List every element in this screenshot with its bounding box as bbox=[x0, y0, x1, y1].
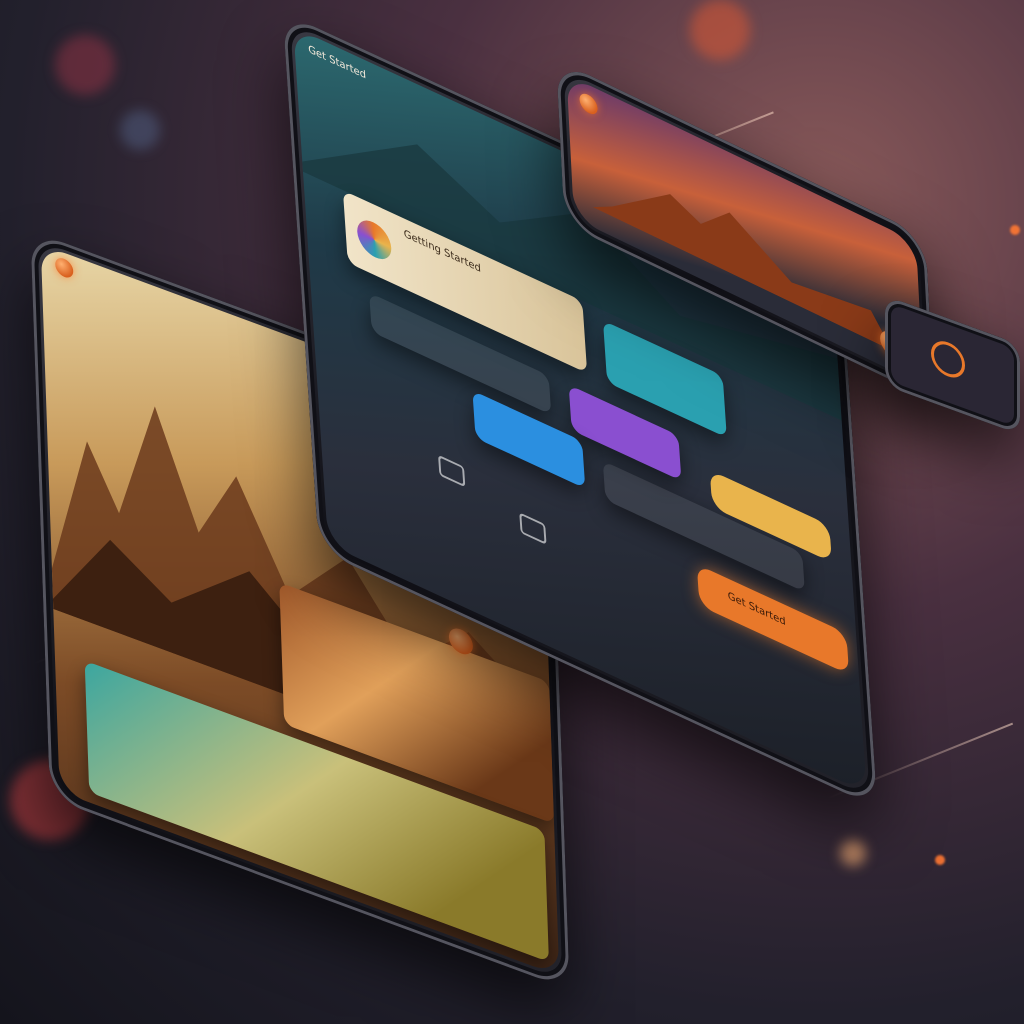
wifi-icon[interactable] bbox=[519, 512, 547, 545]
emblem-icon bbox=[931, 336, 965, 383]
profile-icon[interactable] bbox=[579, 90, 599, 118]
small-device-screen bbox=[891, 303, 1014, 427]
small-device bbox=[885, 295, 1020, 435]
blue-card[interactable] bbox=[472, 390, 586, 489]
color-wheel-icon bbox=[356, 214, 393, 266]
phones-scene: Get Started Getting Started Get Started bbox=[0, 0, 1024, 1024]
get-started-label: Get Started bbox=[727, 590, 787, 629]
settings-icon[interactable] bbox=[438, 454, 466, 488]
get-started-button[interactable]: Get Started bbox=[696, 564, 850, 675]
profile-icon[interactable] bbox=[54, 255, 74, 281]
